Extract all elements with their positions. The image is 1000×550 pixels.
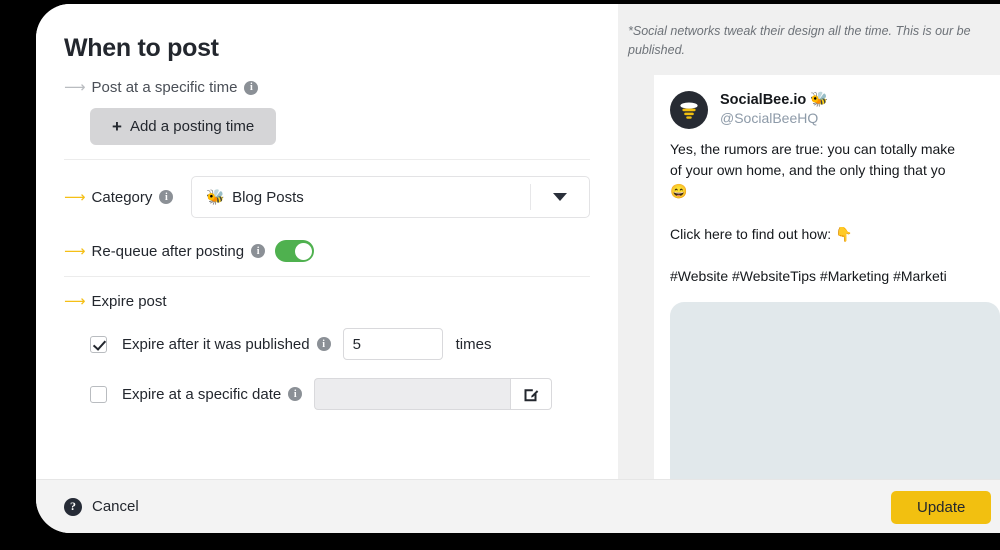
arrow-right-icon: ⟶: [64, 292, 86, 310]
help-question-icon: ?: [64, 497, 82, 516]
expire-date-input[interactable]: [314, 378, 511, 410]
section-category: ⟶ Category i 🐝 Blog Posts ⟶ Re-queue aft…: [64, 159, 590, 276]
expire-post-label-row: ⟶ Expire post: [64, 293, 590, 310]
expire-date-group: [314, 378, 553, 410]
post-preview-panel: *Social networks tweak their design all …: [618, 4, 1000, 479]
expire-specific-date-row: Expire at a specific date i: [90, 360, 590, 410]
cancel-label: Cancel: [92, 498, 139, 515]
section-expire-post: ⟶ Expire post Expire after it was publis…: [64, 276, 590, 424]
edit-post-modal: When to post ⟶ Post at a specific time i…: [36, 4, 1000, 533]
chevron-down-icon[interactable]: [531, 193, 589, 201]
category-label: Category: [91, 188, 153, 206]
info-icon[interactable]: i: [159, 190, 174, 204]
arrow-right-icon: ⟶: [64, 78, 86, 96]
calendar-edit-icon[interactable]: [510, 378, 553, 410]
expire-after-published-checkbox[interactable]: [90, 335, 107, 353]
info-icon[interactable]: i: [288, 387, 303, 401]
category-emoji-icon: 🐝: [206, 189, 226, 206]
info-icon[interactable]: i: [316, 337, 331, 351]
category-row: ⟶ Category i 🐝 Blog Posts: [64, 176, 590, 218]
expire-specific-date-label: Expire at a specific date: [122, 385, 282, 403]
info-icon[interactable]: i: [244, 80, 259, 95]
section-post-at-specific-time: ⟶ Post at a specific time i + Add a post…: [64, 63, 590, 159]
requeue-row: ⟶ Re-queue after posting i: [64, 240, 590, 262]
expire-after-published-row: Expire after it was published i times: [90, 310, 590, 360]
expire-count-input[interactable]: [342, 328, 443, 360]
post-time-label-row: ⟶ Post at a specific time i: [64, 79, 590, 96]
arrow-right-icon: ⟶: [64, 187, 86, 206]
update-button[interactable]: Update: [891, 491, 992, 524]
category-select[interactable]: 🐝 Blog Posts: [191, 176, 590, 218]
expire-post-label: Expire post: [91, 293, 167, 310]
add-posting-time-button[interactable]: + Add a posting time: [90, 108, 277, 145]
expire-specific-date-checkbox[interactable]: [90, 385, 107, 403]
modal-body: When to post ⟶ Post at a specific time i…: [36, 4, 1000, 479]
when-to-post-panel: When to post ⟶ Post at a specific time i…: [36, 4, 618, 479]
tweet-image-attachment: [670, 301, 1000, 479]
post-time-label: Post at a specific time: [91, 79, 238, 96]
toggle-knob: [294, 242, 312, 260]
category-selected-value: Blog Posts: [232, 188, 304, 206]
tweet-account-name: SocialBee.io 🐝: [720, 91, 829, 108]
cancel-button[interactable]: ? Cancel: [64, 497, 139, 516]
category-selected-value-wrap: 🐝 Blog Posts: [192, 188, 530, 207]
tweet-preview-card: SocialBee.io 🐝 @SocialBeeHQ Yes, the rum…: [654, 74, 1000, 479]
arrow-right-icon: ⟶: [64, 241, 86, 260]
tweet-header: SocialBee.io 🐝 @SocialBeeHQ: [670, 90, 998, 129]
tweet-body-text: Yes, the rumors are true: you can totall…: [670, 140, 956, 285]
expire-after-published-label: Expire after it was published: [122, 335, 310, 353]
requeue-toggle[interactable]: [275, 240, 315, 262]
bee-avatar-icon: [670, 90, 708, 129]
tweet-identity: SocialBee.io 🐝 @SocialBeeHQ: [720, 91, 828, 126]
requeue-label: Re-queue after posting: [91, 242, 245, 260]
plus-icon: +: [112, 117, 122, 136]
add-posting-time-label: Add a posting time: [129, 118, 255, 135]
page-title: When to post: [64, 34, 219, 62]
modal-footer: ? Cancel Update: [36, 479, 1000, 533]
tweet-handle: @SocialBeeHQ: [720, 109, 819, 126]
info-icon[interactable]: i: [251, 244, 266, 258]
expire-times-label: times: [455, 335, 492, 353]
preview-disclaimer: *Social networks tweak their design all …: [628, 24, 971, 58]
